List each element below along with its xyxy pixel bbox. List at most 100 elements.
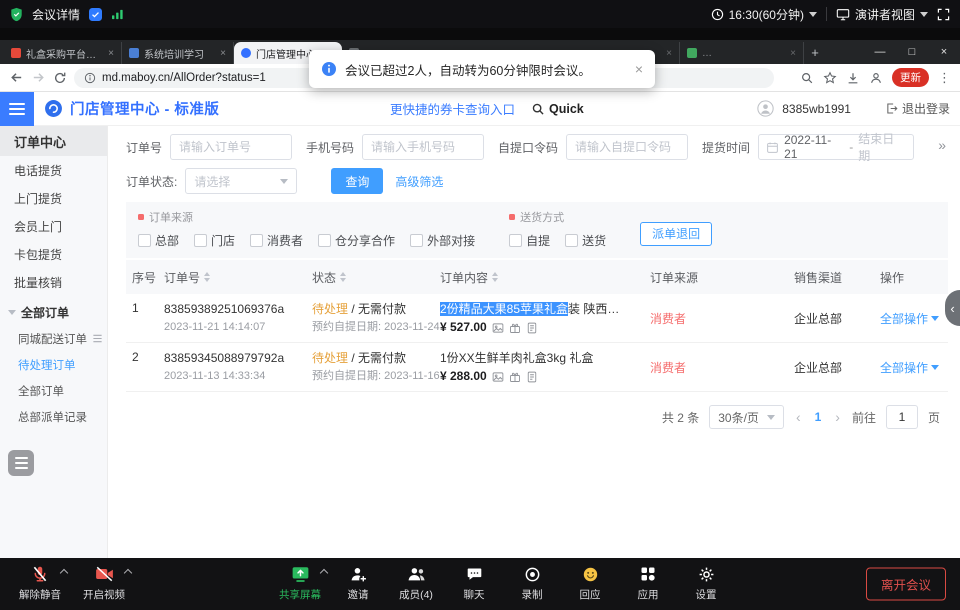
settings-gear-icon (698, 564, 715, 584)
page-size-select[interactable]: 30条/页 (709, 405, 784, 429)
sidebar-item-all-orders[interactable]: 全部订单 (0, 378, 107, 404)
unmute-button[interactable]: 解除静音 (12, 564, 68, 602)
checkbox-icon (509, 234, 522, 247)
toast-close-icon[interactable]: × (635, 61, 643, 77)
user-avatar-icon (757, 100, 774, 117)
view-mode-selector[interactable]: 演讲者视图 (836, 6, 928, 23)
record-button[interactable]: 录制 (504, 564, 560, 602)
collapse-panel-icon[interactable]: » (938, 137, 946, 153)
column-header-content[interactable]: 订单内容 (440, 269, 650, 286)
next-page-button[interactable]: › (833, 409, 842, 425)
username[interactable]: 8385wb1991 (782, 102, 851, 116)
window-minimize-button[interactable]: — (864, 46, 896, 58)
sidebar-item-member-visit[interactable]: 会员上门 (0, 212, 107, 240)
advanced-filter-link[interactable]: 高级筛选 (395, 173, 443, 190)
status-badge: 待处理 (312, 302, 348, 316)
tab-close-icon[interactable]: × (666, 48, 672, 59)
dispatch-return-button[interactable]: 派单退回 (640, 222, 712, 246)
sidebar-item-pending-orders[interactable]: 待处理订单 (0, 352, 107, 378)
sidebar-item-phone-pickup[interactable]: 电话提货 (0, 156, 107, 184)
gift-icon[interactable] (509, 322, 521, 334)
row-actions-dropdown[interactable]: 全部操作 (880, 350, 948, 384)
checkbox-icon (250, 234, 263, 247)
start-video-button[interactable]: 开启视频 (76, 564, 132, 602)
site-header: 门店管理中心 - 标准版 更快捷的券卡查询入口 Quick 8385wb1991… (0, 92, 960, 126)
refresh-icon[interactable] (53, 71, 67, 85)
floating-list-button[interactable] (8, 450, 34, 476)
pickup-date-range-picker[interactable]: 2022-11-21 - 结束日期 (758, 134, 914, 160)
sidebar-item-hq-dispatch-records[interactable]: 总部派单记录 (0, 404, 107, 430)
checkbox-delivery-selfpickup[interactable]: 自提 (509, 232, 550, 249)
sidebar-toggle-button[interactable] (0, 92, 34, 126)
sidebar-group-all-orders[interactable]: 全部订单 (0, 298, 107, 326)
fullscreen-icon[interactable] (937, 8, 950, 21)
order-status-select[interactable]: 请选择 (185, 168, 297, 194)
download-icon[interactable] (846, 71, 860, 85)
note-icon[interactable] (526, 322, 538, 334)
gift-icon[interactable] (509, 371, 521, 383)
sidebar-section-order-center[interactable]: 订单中心 (0, 126, 107, 156)
column-header-status[interactable]: 状态 (312, 269, 440, 286)
checkbox-source-warehouse-coop[interactable]: 仓分享合作 (318, 232, 395, 249)
settings-button[interactable]: 设置 (678, 564, 734, 602)
search-button[interactable]: 查询 (331, 168, 383, 194)
tab-close-icon[interactable]: × (108, 48, 114, 59)
order-no-input[interactable] (170, 134, 292, 160)
chat-button[interactable]: 聊天 (446, 564, 502, 602)
sidebar-item-card-pickup[interactable]: 卡包提货 (0, 240, 107, 268)
forward-icon[interactable] (31, 70, 46, 85)
reactions-button[interactable]: 回应 (562, 564, 618, 602)
sidebar-item-batch-redeem[interactable]: 批量核销 (0, 268, 107, 296)
invite-button[interactable]: 邀请 (330, 564, 386, 602)
profile-icon[interactable] (869, 71, 883, 85)
meeting-details-button[interactable]: 会议详情 (32, 6, 80, 23)
coupon-query-link[interactable]: 更快捷的券卡查询入口 (390, 99, 515, 118)
row-actions-dropdown[interactable]: 全部操作 (880, 301, 948, 335)
browser-menu-icon[interactable]: ⋮ (938, 70, 951, 86)
members-button[interactable]: 成员(4) (388, 564, 444, 602)
page-number-current[interactable]: 1 (813, 410, 824, 424)
table-header: 序号 订单号 状态 订单内容 订单来源 销售渠道 操作 (126, 260, 948, 294)
camera-options-chevron-icon[interactable] (124, 569, 132, 577)
quick-search-button[interactable]: Quick (531, 102, 584, 116)
image-icon[interactable] (492, 322, 504, 334)
browser-tab[interactable]: … × (680, 42, 804, 64)
checkbox-source-hq[interactable]: 总部 (138, 232, 179, 249)
meeting-timer[interactable]: 16:30(60分钟) (711, 6, 817, 23)
browser-update-button[interactable]: 更新 (892, 68, 929, 87)
window-close-button[interactable]: × (928, 46, 960, 58)
logout-button[interactable]: 退出登录 (885, 100, 950, 117)
table-row[interactable]: 2 83859345088979792a 2023-11-13 14:33:34… (126, 343, 948, 392)
order-number: 83859389251069376a (164, 301, 312, 317)
tab-close-icon[interactable]: × (220, 48, 226, 59)
browser-tab[interactable]: 礼盒采购平台管理中心 × (4, 42, 122, 64)
zoom-icon[interactable] (800, 71, 814, 85)
sidebar-collapse-handle-icon[interactable] (92, 333, 103, 344)
column-header-order-no[interactable]: 订单号 (164, 269, 312, 286)
bookmark-star-icon[interactable] (823, 71, 837, 85)
checkbox-source-consumer[interactable]: 消费者 (250, 232, 303, 249)
share-screen-button[interactable]: 共享屏幕 (272, 564, 328, 602)
leave-meeting-button[interactable]: 离开会议 (866, 568, 946, 601)
status-badge: 待处理 (312, 351, 348, 365)
browser-tab[interactable]: 系统培训学习 × (122, 42, 234, 64)
new-tab-button[interactable]: + (804, 45, 826, 60)
window-maximize-button[interactable]: □ (896, 46, 928, 58)
apps-button[interactable]: 应用 (620, 564, 676, 602)
checkbox-source-store[interactable]: 门店 (194, 232, 235, 249)
sidebar-item-city-delivery-orders[interactable]: 同城配送订单 (0, 326, 107, 352)
checkbox-delivery-deliver[interactable]: 送货 (565, 232, 606, 249)
sidebar-item-walkin-pickup[interactable]: 上门提货 (0, 184, 107, 212)
back-icon[interactable] (9, 70, 24, 85)
pickup-code-input[interactable] (566, 134, 688, 160)
tab-close-icon[interactable]: × (790, 48, 796, 59)
share-options-chevron-icon[interactable] (320, 569, 328, 577)
mic-options-chevron-icon[interactable] (60, 569, 68, 577)
note-icon[interactable] (526, 371, 538, 383)
image-icon[interactable] (492, 371, 504, 383)
phone-input[interactable] (362, 134, 484, 160)
table-row[interactable]: 1 83859389251069376a 2023-11-21 14:14:07… (126, 294, 948, 343)
goto-page-input[interactable] (886, 405, 918, 429)
checkbox-source-external[interactable]: 外部对接 (410, 232, 475, 249)
prev-page-button[interactable]: ‹ (794, 409, 803, 425)
